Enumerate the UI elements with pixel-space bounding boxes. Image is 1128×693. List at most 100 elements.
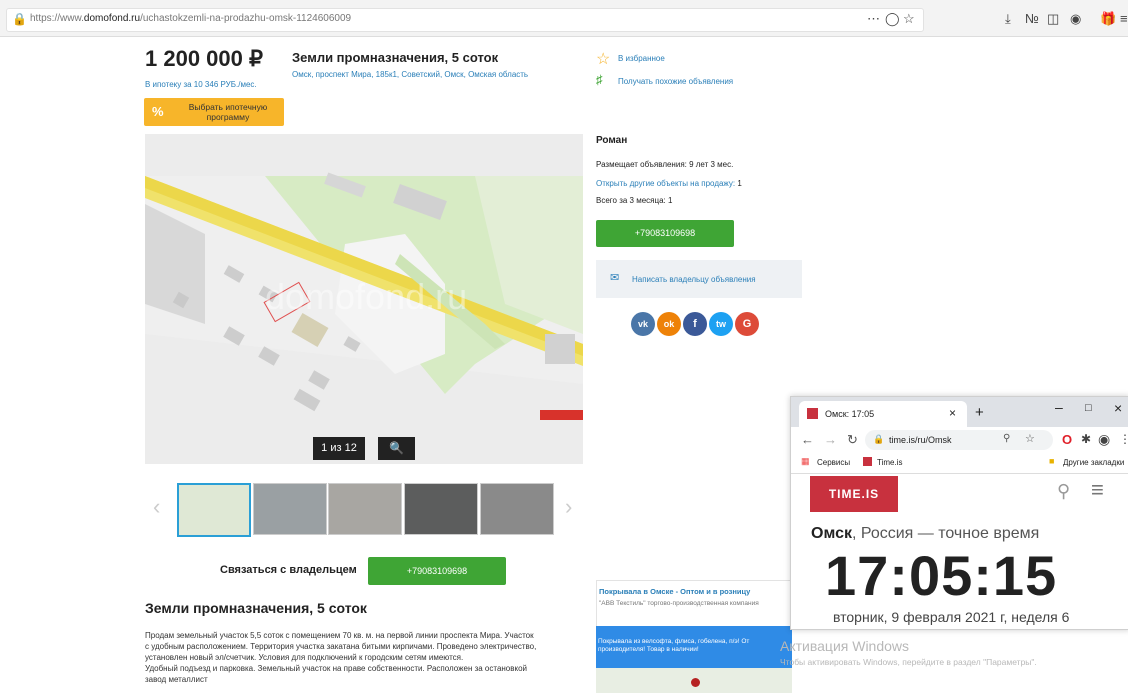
favorites-link[interactable]: В избранное [618, 54, 665, 63]
zoom-icon[interactable]: 🔍 [378, 437, 415, 460]
search-icon[interactable]: ⚲ [1057, 481, 1070, 502]
hamburger-menu-icon[interactable]: ≡ [1091, 477, 1104, 503]
reload-icon[interactable]: ↻ [847, 432, 858, 448]
facebook-icon[interactable]: f [683, 312, 707, 336]
chevron-right-icon[interactable]: › [565, 494, 572, 520]
mortgage-link[interactable]: В ипотеку за 10 346 РУБ./мес. [145, 80, 257, 89]
map-view[interactable]: domofond.ru [145, 134, 583, 464]
chrome-menu-icon[interactable]: ⋮ [1119, 432, 1128, 446]
new-tab-button[interactable]: + [975, 404, 984, 421]
mortgage-program-button[interactable]: % Выбрать ипотечную программу [144, 98, 284, 126]
lock-icon: 🔒 [873, 434, 885, 444]
ad-block[interactable]: Покрывала в Омске - Оптом и в розницу "А… [596, 580, 794, 628]
photo-counter: 1 из 12 [313, 437, 365, 460]
sidebar-icon[interactable]: ◫ [1047, 11, 1059, 27]
chevron-left-icon[interactable]: ‹ [153, 494, 160, 520]
twitter-icon[interactable]: tw [709, 312, 733, 336]
apps-icon[interactable]: ▦ [801, 456, 810, 467]
bookmark-services[interactable]: Сервисы [817, 458, 850, 467]
clock: 17:05:15 [825, 544, 1058, 607]
star-icon[interactable]: ☆ [596, 49, 610, 69]
more-actions-icon[interactable]: ⋯ [867, 11, 880, 27]
map-graphic: domofond.ru [145, 134, 583, 464]
library-icon[interactable]: № [1025, 11, 1039, 26]
owner-name: Роман [596, 135, 628, 146]
forward-icon[interactable]: → [824, 432, 837, 447]
description-line: установлен новый эл/счетчик. Условия для… [145, 653, 464, 662]
bookmark-star-icon[interactable]: ☆ [903, 11, 915, 27]
description-line: Продам земельный участок 5,5 соток с пом… [145, 631, 534, 640]
ad-subtitle: "АВВ Текстиль" торгово-производственная … [599, 600, 759, 607]
city-heading-rest: , Россия — точное время [851, 525, 1040, 542]
pocket-icon[interactable]: ◯ [885, 11, 900, 27]
listing-title: Земли промназначения, 5 соток [292, 50, 499, 65]
chrome-url[interactable]: time.is/ru/Omsk [889, 435, 952, 445]
minimize-icon[interactable]: – [1055, 399, 1063, 415]
date-line: вторник, 9 февраля 2021 г, неделя 6 [833, 609, 1070, 625]
vk-icon[interactable]: vk [631, 312, 655, 336]
write-owner-label: Написать владельцу объявления [632, 275, 756, 284]
percent-icon: % [152, 104, 164, 119]
listing-address[interactable]: Омск, проспект Мира, 185к1, Советский, О… [292, 69, 532, 80]
bell-icon[interactable]: ♯ [596, 72, 603, 87]
ad-banner[interactable]: Покрывала из велсофта, флиса, гобелена, … [596, 626, 792, 668]
phone-button[interactable]: +79083109698 [368, 557, 506, 585]
thumbnail-4[interactable] [404, 483, 478, 535]
thumbnail-2[interactable] [253, 483, 327, 535]
download-icon[interactable]: ⤓ [1005, 11, 1011, 27]
mortgage-button-label: Выбрать ипотечную [188, 102, 268, 112]
write-owner-button[interactable]: ✉ Написать владельцу объявления [596, 260, 802, 298]
timeis-favicon-icon [863, 457, 872, 466]
menu-icon[interactable]: ≡ [1120, 11, 1128, 26]
bookmark-timeis[interactable]: Time.is [877, 458, 902, 467]
windows-activation-text: Чтобы активировать Windows, перейдите в … [780, 657, 1037, 667]
tab-timeis[interactable]: Омск: 17:05 × [799, 401, 967, 427]
map-pin-icon [691, 678, 700, 687]
windows-activation-title: Активация Windows [780, 638, 910, 654]
thumbnail-3[interactable] [328, 483, 402, 535]
google-icon[interactable]: G [735, 312, 759, 336]
ad-title[interactable]: Покрывала в Омске - Оптом и в розницу [599, 587, 791, 596]
sidebar-phone-button[interactable]: +79083109698 [596, 220, 734, 247]
city-heading: Омск, Россия — точное время [811, 525, 1039, 543]
extensions-icon[interactable]: ✱ [1081, 432, 1091, 446]
tab-title: Омск: 17:05 [825, 409, 875, 419]
zoom-icon[interactable]: ⚲ [1003, 433, 1010, 444]
chrome-address-bar[interactable]: 🔒 time.is/ru/Omsk ⚲ ☆ [865, 430, 1053, 450]
timeis-favicon-icon [807, 408, 818, 419]
ad-banner-text: Покрывала из велсофта, флиса, гобелена, … [598, 638, 750, 645]
gift-icon[interactable]: 🎁 [1100, 11, 1116, 27]
opera-icon[interactable]: O [1062, 432, 1072, 447]
bookmark-star-icon[interactable]: ☆ [1025, 432, 1035, 445]
bookmark-other[interactable]: Другие закладки [1063, 458, 1124, 467]
posting-duration: Размещает объявления: 9 лет 3 мес. [596, 160, 734, 169]
timeis-logo[interactable]: TIME.IS [810, 476, 898, 512]
thumbnail-5[interactable] [480, 483, 554, 535]
map-watermark: domofond.ru [265, 276, 467, 317]
timeis-window[interactable]: Омск: 17:05 × + – □ × ← → ↻ 🔒 time.is/ru… [790, 396, 1128, 630]
url-text[interactable]: https://www.domofond.ru/uchastokzemli-na… [30, 13, 351, 24]
description: Продам земельный участок 5,5 соток с пом… [145, 630, 585, 685]
three-months-count: Всего за 3 месяца: 1 [596, 196, 673, 205]
contact-owner-label: Связаться с владельцем [220, 564, 357, 576]
maximize-icon[interactable]: □ [1085, 402, 1092, 414]
back-icon[interactable]: ← [801, 432, 814, 447]
tab-close-icon[interactable]: × [949, 406, 956, 420]
description-line: с удобным расположением. Территория учас… [145, 642, 537, 651]
ad-banner-text-2: производителя! Товар в наличии! [598, 646, 699, 653]
similar-ads-link[interactable]: Получать похожие объявления [618, 77, 733, 86]
listing-price: 1 200 000 ₽ [145, 46, 263, 71]
other-objects-link[interactable]: Открыть другие объекты на продажу: [596, 179, 735, 188]
extension-icon[interactable]: ◉ [1070, 11, 1081, 27]
section-title: Земли промназначения, 5 соток [145, 600, 367, 616]
folder-icon: ■ [1049, 456, 1055, 466]
envelope-icon: ✉ [610, 272, 620, 284]
lock-icon: 🔒 [12, 12, 27, 26]
profile-icon[interactable]: ◉ [1098, 431, 1110, 448]
city-name: Омск [811, 525, 852, 542]
other-objects-count: 1 [737, 179, 742, 188]
ok-icon[interactable]: ok [657, 312, 681, 336]
thumbnail-1[interactable] [177, 483, 251, 537]
mortgage-button-label-2: программу [206, 112, 250, 122]
window-close-icon[interactable]: × [1114, 400, 1122, 416]
